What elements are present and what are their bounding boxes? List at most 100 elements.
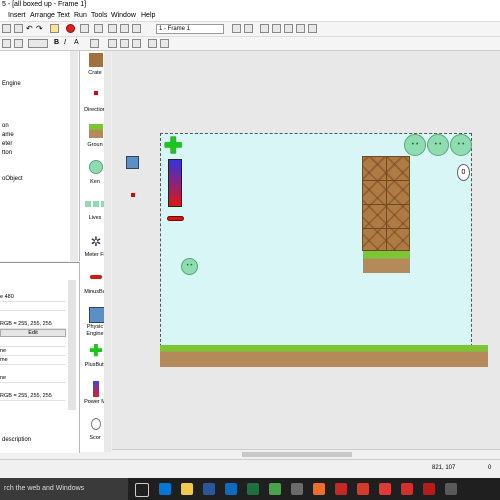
property-row[interactable]: RGB = 255, 255, 255 <box>0 392 66 401</box>
status-bar: 821, 107 0 <box>0 459 500 478</box>
property-row[interactable]: me <box>0 356 66 365</box>
excel-icon[interactable] <box>247 483 259 495</box>
align-icon[interactable] <box>260 24 269 33</box>
edge-icon[interactable] <box>159 483 171 495</box>
panel-item[interactable]: Engine <box>2 81 21 87</box>
panel-item[interactable]: on <box>2 123 9 129</box>
menu-tools[interactable]: Tools <box>91 11 107 20</box>
bold-icon[interactable]: B <box>54 39 63 48</box>
italic-icon[interactable]: I <box>64 39 73 48</box>
list2-icon[interactable] <box>160 39 169 48</box>
align-right-icon[interactable] <box>132 39 141 48</box>
align3-icon[interactable] <box>284 24 293 33</box>
highlight-icon[interactable] <box>50 24 59 33</box>
word-icon[interactable] <box>203 483 215 495</box>
meter-icon[interactable]: ✲ <box>89 235 103 249</box>
ken-character[interactable]: • • <box>181 258 198 275</box>
edit-button[interactable]: Edit <box>0 329 66 337</box>
app7-icon[interactable] <box>445 483 457 495</box>
folder-icon[interactable] <box>181 483 193 495</box>
plus-button[interactable]: ✚ <box>164 135 182 157</box>
direction-instance[interactable] <box>131 193 135 197</box>
align2-icon[interactable] <box>272 24 281 33</box>
physics-engine-instance[interactable] <box>126 156 139 169</box>
pdf-icon[interactable] <box>379 483 391 495</box>
library-scrollbar[interactable] <box>104 51 111 452</box>
life-icon[interactable]: • • <box>450 134 472 156</box>
main-toolbar: ↶ ↷ 1 - Frame 1 <box>0 22 500 37</box>
score-icon[interactable] <box>91 418 101 430</box>
app6-icon[interactable] <box>423 483 435 495</box>
frame-prev-icon[interactable] <box>232 24 241 33</box>
record-icon[interactable] <box>66 24 75 33</box>
image-icon[interactable] <box>14 39 23 48</box>
font-size-select[interactable] <box>28 39 48 48</box>
ground-strip[interactable] <box>160 345 488 367</box>
crate-icon[interactable] <box>89 53 103 67</box>
stage[interactable] <box>160 133 472 367</box>
menu-text[interactable]: Text <box>57 11 70 20</box>
power-meter[interactable] <box>168 159 182 207</box>
task-view-icon[interactable] <box>135 483 149 497</box>
tool2-icon[interactable] <box>120 24 129 33</box>
align-center-icon[interactable] <box>120 39 129 48</box>
save-icon[interactable] <box>14 24 23 33</box>
align4-icon[interactable] <box>296 24 305 33</box>
onedrive-icon[interactable] <box>225 483 237 495</box>
align-left-icon[interactable] <box>108 39 117 48</box>
folder-icon[interactable] <box>2 24 11 33</box>
property-row[interactable]: e 480 <box>0 293 66 302</box>
ground-block[interactable] <box>363 251 410 273</box>
life-icon[interactable]: • • <box>427 134 449 156</box>
taskbar-search[interactable]: rch the web and Windows <box>0 478 128 500</box>
minus-button[interactable] <box>167 216 184 221</box>
power-meter-icon[interactable] <box>93 381 99 397</box>
menu-run[interactable]: Run <box>74 11 87 20</box>
menu-insert[interactable]: Insert <box>8 11 26 20</box>
property-row[interactable]: RGB = 255, 255, 255 <box>0 320 66 329</box>
ken-icon[interactable] <box>89 160 103 174</box>
minus-icon[interactable] <box>90 275 102 279</box>
panel-item[interactable]: tton <box>2 150 12 156</box>
plus-icon[interactable]: ✚ <box>89 344 103 360</box>
app3-icon[interactable] <box>335 483 347 495</box>
tool3-icon[interactable] <box>132 24 141 33</box>
stop-icon[interactable] <box>94 24 103 33</box>
frame-next-icon[interactable] <box>244 24 253 33</box>
property-row[interactable]: ne <box>0 374 66 383</box>
app5-icon[interactable] <box>401 483 413 495</box>
app-icon[interactable] <box>291 483 303 495</box>
fill-icon[interactable] <box>90 39 99 48</box>
scroll-thumb[interactable] <box>242 452 352 457</box>
panel-item[interactable]: ame <box>2 132 14 138</box>
text-color-icon[interactable]: A <box>74 39 83 48</box>
tool-icon[interactable] <box>108 24 117 33</box>
project-scrollbar[interactable] <box>70 51 78 261</box>
frame-select[interactable]: 1 - Frame 1 <box>156 24 224 34</box>
app4-icon[interactable] <box>357 483 369 495</box>
direction-icon[interactable] <box>94 91 98 95</box>
menu-window[interactable]: Window <box>111 11 136 20</box>
menu-arrange[interactable]: Arrange <box>30 11 55 20</box>
app2-icon[interactable] <box>313 483 325 495</box>
align5-icon[interactable] <box>308 24 317 33</box>
panel-item[interactable]: eter <box>2 141 12 147</box>
panel-item[interactable]: oObject <box>2 176 23 182</box>
project-panel: Engine on ame eter tton oObject <box>0 51 80 261</box>
list-icon[interactable] <box>148 39 157 48</box>
menu-help[interactable]: Help <box>141 11 155 20</box>
ground-icon[interactable] <box>89 124 103 138</box>
score-display[interactable]: 0 <box>457 164 470 181</box>
life-icon[interactable]: • • <box>404 134 426 156</box>
chrome-icon[interactable] <box>269 483 281 495</box>
redo-icon[interactable]: ↷ <box>36 24 45 33</box>
physics-engine-icon[interactable] <box>89 307 105 323</box>
properties-scrollbar[interactable] <box>68 280 76 410</box>
undo-icon[interactable]: ↶ <box>26 24 35 33</box>
property-row[interactable]: ne <box>0 347 66 356</box>
property-row[interactable] <box>0 338 66 347</box>
property-row[interactable] <box>0 302 66 311</box>
play-icon[interactable] <box>80 24 89 33</box>
layout-icon[interactable] <box>2 39 11 48</box>
coords-readout: 821, 107 <box>432 465 456 471</box>
